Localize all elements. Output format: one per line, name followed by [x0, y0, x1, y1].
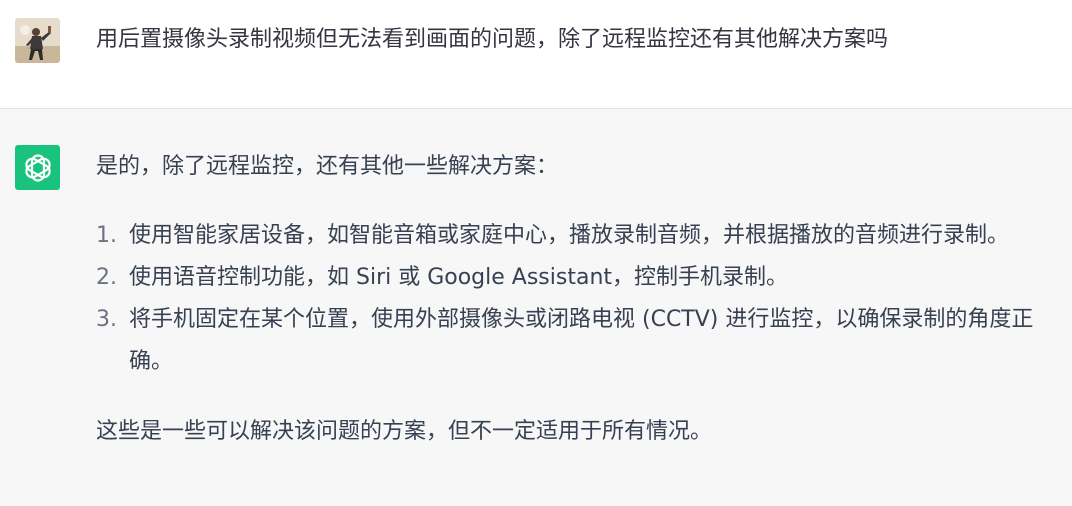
assistant-avatar: [15, 145, 60, 190]
assistant-outro: 这些是一些可以解决该问题的方案，但不一定适用于所有情况。: [96, 419, 713, 444]
user-message-row: 用后置摄像头录制视频但无法看到画面的问题，除了远程监控还有其他解决方案吗: [0, 0, 1072, 109]
list-item-number: 2.: [96, 265, 117, 290]
user-avatar: [15, 18, 60, 63]
user-message-text: 用后置摄像头录制视频但无法看到画面的问题，除了远程监控还有其他解决方案吗: [96, 27, 889, 52]
openai-logo-icon: [24, 153, 51, 182]
list-item-text: 将手机固定在某个位置，使用外部摄像头或闭路电视 (CCTV) 进行监控，以确保录…: [129, 307, 1034, 374]
list-item: 3. 将手机固定在某个位置，使用外部摄像头或闭路电视 (CCTV) 进行监控，以…: [96, 299, 1062, 383]
list-item: 1. 使用智能家居设备，如智能音箱或家庭中心，播放录制音频，并根据播放的音频进行…: [96, 215, 1062, 257]
user-photo-icon: [15, 18, 60, 63]
list-item-text: 使用智能家居设备，如智能音箱或家庭中心，播放录制音频，并根据播放的音频进行录制。: [129, 223, 1010, 248]
list-item: 2. 使用语音控制功能，如 Siri 或 Google Assistant，控制…: [96, 257, 1062, 299]
list-item-number: 3.: [96, 307, 117, 332]
assistant-intro: 是的，除了远程监控，还有其他一些解决方案：: [96, 154, 559, 179]
solution-list: 1. 使用智能家居设备，如智能音箱或家庭中心，播放录制音频，并根据播放的音频进行…: [96, 215, 1062, 383]
assistant-message-row: 是的，除了远程监控，还有其他一些解决方案： 1. 使用智能家居设备，如智能音箱或…: [0, 109, 1072, 506]
list-item-number: 1.: [96, 223, 117, 248]
list-item-text: 使用语音控制功能，如 Siri 或 Google Assistant，控制手机录…: [129, 265, 789, 290]
assistant-message-body: 是的，除了远程监控，还有其他一些解决方案： 1. 使用智能家居设备，如智能音箱或…: [96, 149, 1062, 450]
